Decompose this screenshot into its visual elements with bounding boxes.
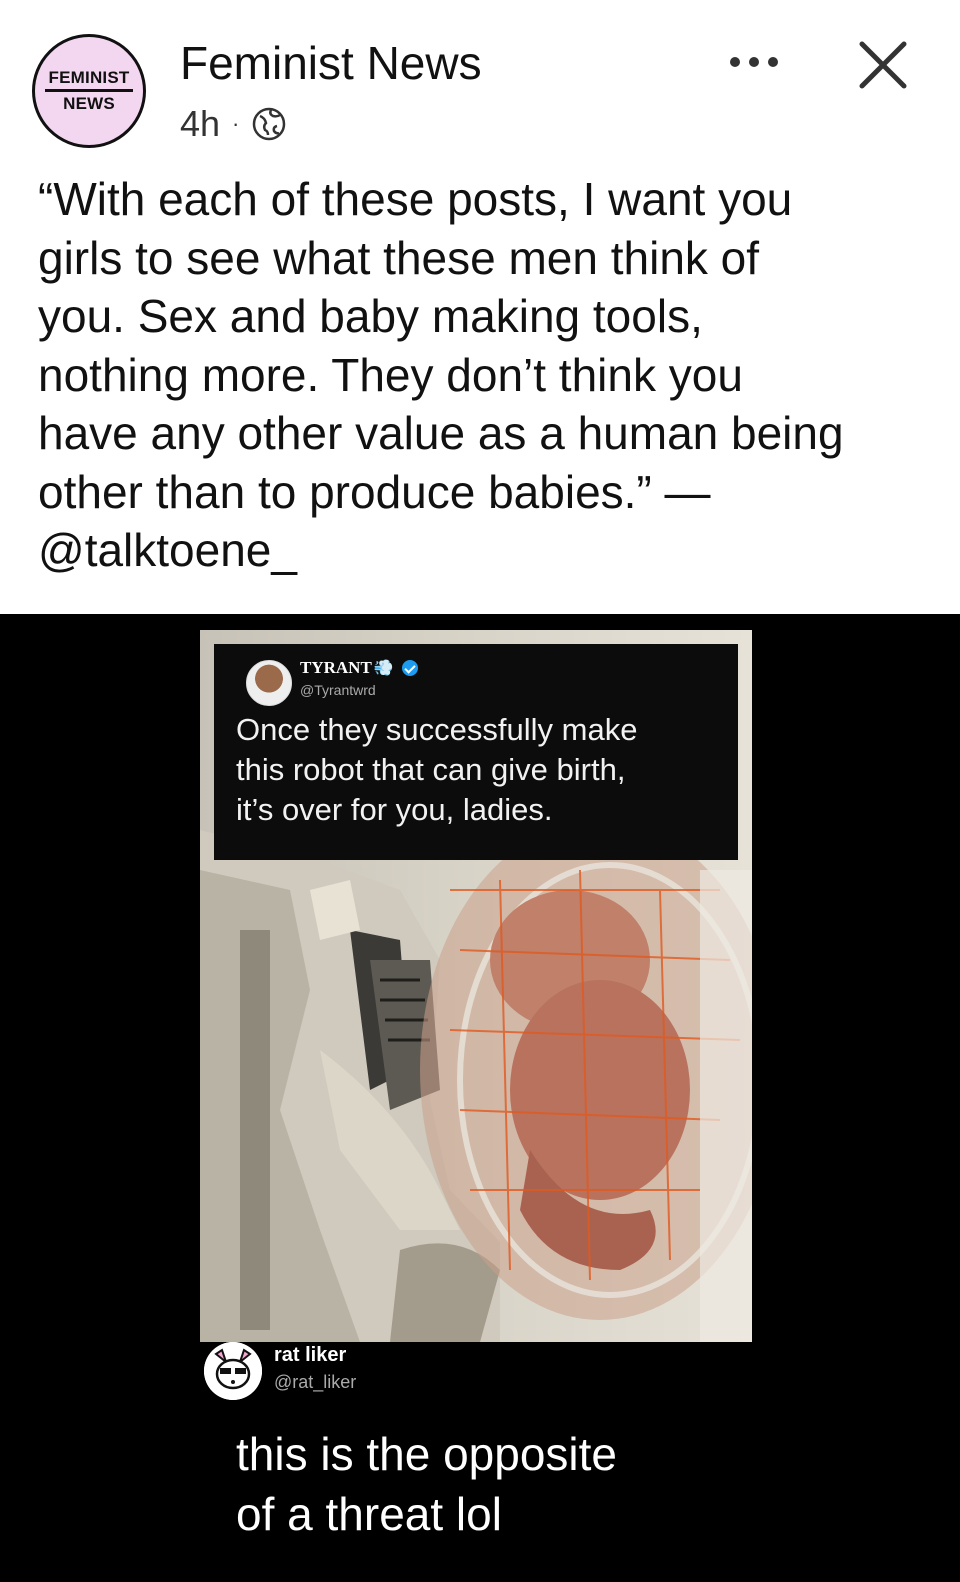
- avatar-logo-line1: FEMINIST: [48, 68, 130, 87]
- reply-author-name: rat liker: [274, 1344, 347, 1366]
- more-options-button[interactable]: [722, 44, 786, 80]
- tweet-author-handle: @Tyrantwrd: [300, 682, 376, 698]
- post-timestamp[interactable]: 4h: [180, 103, 220, 145]
- verified-badge-icon: [401, 660, 418, 676]
- post-meta: 4h ·: [180, 100, 287, 148]
- close-icon: [859, 41, 907, 89]
- tweet-author-avatar: [246, 660, 292, 706]
- post-caption: “With each of these posts, I want you gi…: [38, 173, 844, 576]
- tweet-author-name-text: TYRANT: [300, 658, 372, 677]
- dash-emoji-icon: 💨: [373, 660, 394, 677]
- rat-avatar-icon: [204, 1342, 262, 1400]
- tweet-text: Once they successfully make this robot t…: [236, 712, 638, 827]
- post-header: FEMINIST NEWS Feminist News 4h ·: [0, 0, 960, 160]
- reply-author-handle: @rat_liker: [274, 1372, 357, 1392]
- page-name-link[interactable]: Feminist News: [180, 36, 482, 90]
- page-avatar[interactable]: FEMINIST NEWS: [32, 34, 146, 148]
- avatar-logo-divider: [45, 89, 133, 92]
- globe-icon: [253, 107, 286, 141]
- tweet-author-name: TYRANT 💨: [300, 658, 418, 678]
- more-horizontal-icon: [730, 57, 778, 67]
- meta-separator: ·: [232, 111, 240, 136]
- reply-tweet: rat liker @rat_liker this is the opposit…: [200, 1336, 760, 1582]
- close-button[interactable]: [852, 34, 914, 96]
- reply-author-avatar: [204, 1342, 262, 1400]
- reply-text: this is the opposite of a threat lol: [236, 1428, 618, 1540]
- quoted-tweet: TYRANT 💨 @Tyrantwrd Once they successful…: [214, 644, 738, 860]
- post-image[interactable]: TYRANT 💨 @Tyrantwrd Once they successful…: [0, 614, 960, 1582]
- avatar-logo-line2: NEWS: [63, 94, 115, 113]
